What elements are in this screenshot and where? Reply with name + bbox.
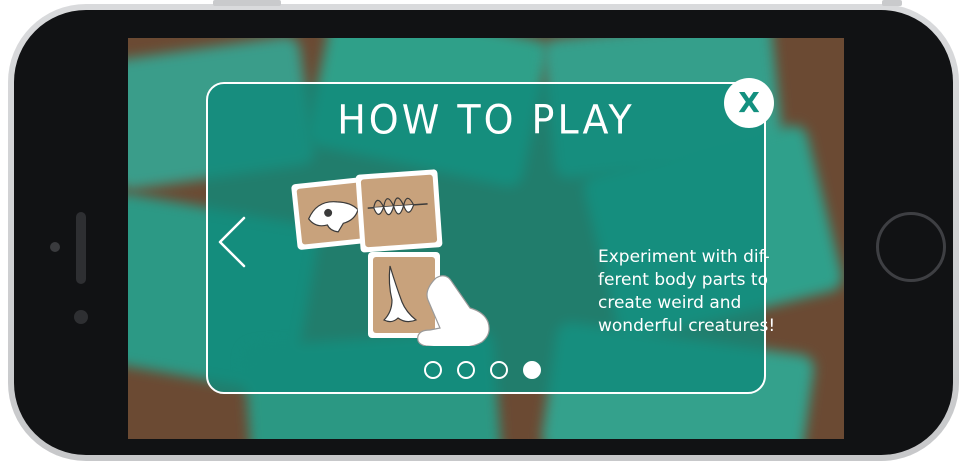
pagination-dot-3[interactable] — [490, 361, 508, 379]
sensor-dot — [50, 242, 60, 252]
instruction-text: Experiment with dif- ferent body parts t… — [598, 247, 776, 336]
pagination-dot-1[interactable] — [424, 361, 442, 379]
ribcage-card — [355, 169, 443, 253]
pagination-dot-2[interactable] — [457, 361, 475, 379]
skeleton-cards-hand-illustration — [291, 169, 490, 346]
volume-button — [213, 0, 281, 6]
speaker-slot — [76, 212, 86, 284]
pagination-dot-4[interactable] — [523, 361, 541, 379]
chevron-left-icon[interactable] — [216, 214, 250, 270]
camera-dot — [74, 310, 88, 324]
pagination-dots — [424, 361, 541, 383]
modal-title: HOW TO PLAY — [337, 96, 635, 144]
power-button — [882, 0, 902, 6]
app-screen: HOW TO PLAY Experiment with dif- ferent … — [128, 38, 844, 439]
close-button[interactable]: X — [724, 78, 774, 128]
home-button[interactable] — [876, 212, 946, 282]
